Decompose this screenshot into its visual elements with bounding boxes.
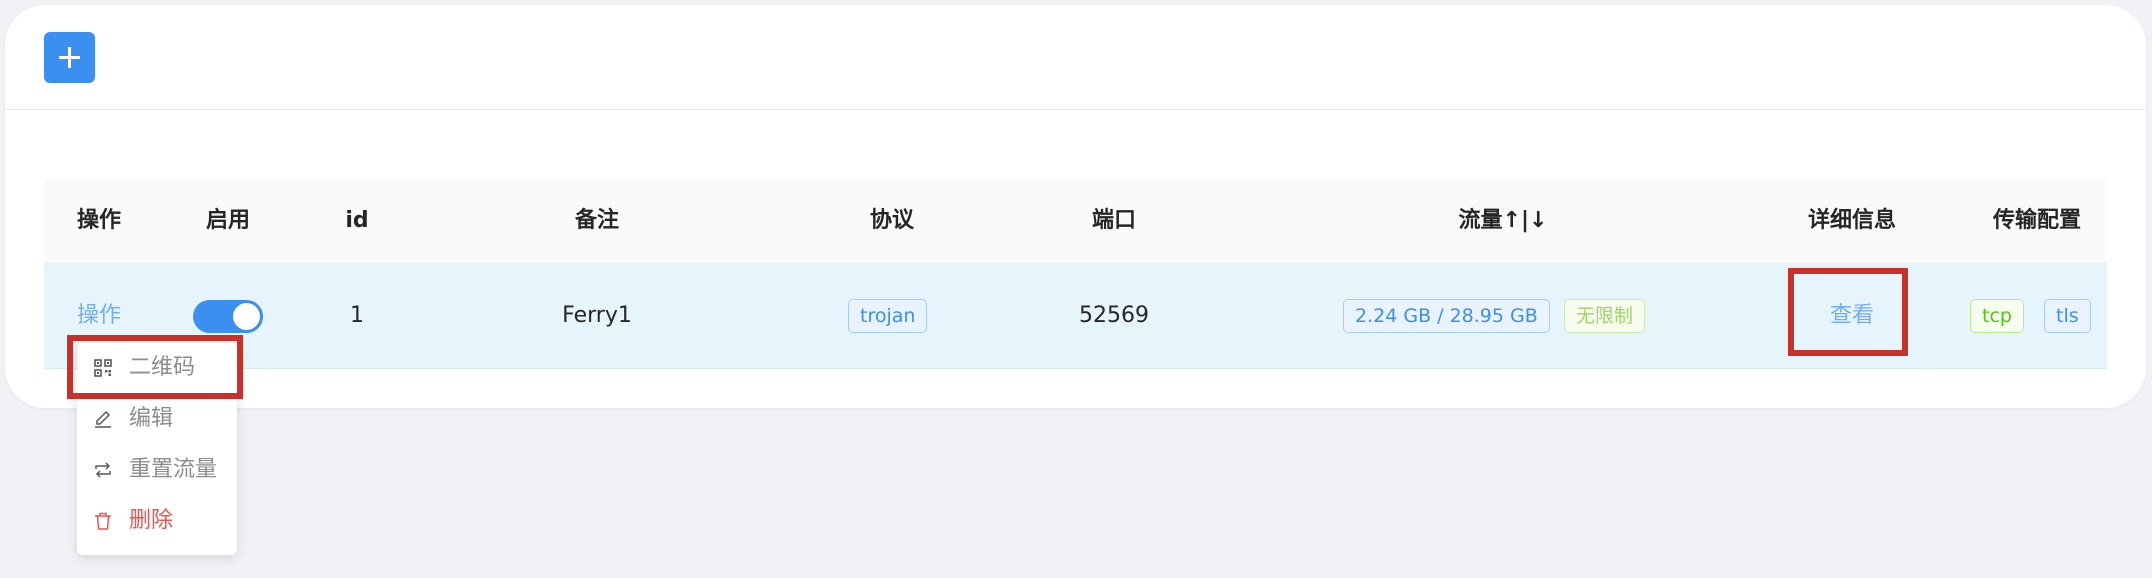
menu-item-edit[interactable]: 编辑 <box>77 394 237 444</box>
col-header-traffic[interactable]: 流量↑|↓ <box>1459 178 1548 263</box>
menu-item-label: 删除 <box>129 508 174 533</box>
edit-icon <box>95 411 111 428</box>
col-header-port[interactable]: 端口 <box>1092 178 1136 263</box>
network-tag: tcp <box>1970 299 2024 333</box>
col-header-transport: 传输配置 <box>1992 208 2082 233</box>
col-header-action: 操作 <box>76 208 122 233</box>
security-tag: tls <box>2044 299 2091 333</box>
table-header: 操作 启用 id 备注 协议 端口 流量↑|↓ 详细信息 传输配置 <box>44 178 2107 264</box>
add-inbound-button[interactable] <box>44 32 95 83</box>
enable-switch[interactable] <box>193 300 263 333</box>
menu-item-label: 重置流量 <box>129 457 218 482</box>
menu-item-delete[interactable]: 删除 <box>77 496 237 546</box>
menu-item-reset-traffic[interactable]: 重置流量 <box>77 445 237 495</box>
remark-cell: Ferry1 <box>562 303 632 328</box>
id-cell: 1 <box>350 303 364 328</box>
menu-item-label: 编辑 <box>129 406 174 431</box>
toolbar <box>5 5 2146 110</box>
limit-tag: 无限制 <box>1564 299 1646 333</box>
switch-knob <box>233 303 260 330</box>
col-header-enabled: 启用 <box>205 208 251 233</box>
col-header-protocol: 协议 <box>869 208 915 233</box>
traffic-tag: 2.24 GB / 28.95 GB <box>1343 299 1550 333</box>
reset-icon <box>95 462 111 478</box>
col-header-id: id <box>345 208 369 233</box>
col-header-remark: 备注 <box>574 208 620 233</box>
col-header-details: 详细信息 <box>1807 208 1897 233</box>
delete-icon <box>95 512 111 530</box>
highlight-box-qrcode <box>67 335 243 399</box>
highlight-box-details <box>1788 268 1908 356</box>
protocol-tag: trojan <box>848 299 928 333</box>
port-cell: 52569 <box>1079 303 1149 328</box>
